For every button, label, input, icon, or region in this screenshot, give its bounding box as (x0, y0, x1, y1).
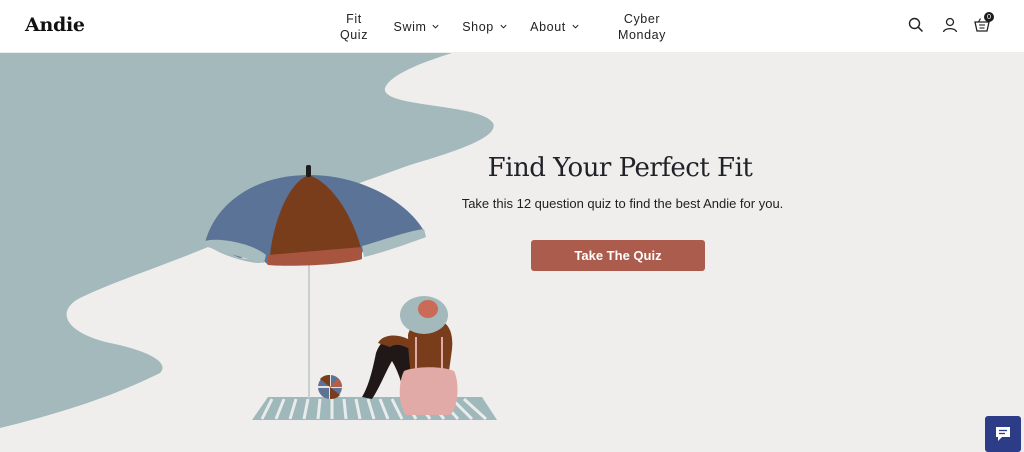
nav-shop-label: Shop (462, 19, 494, 34)
account-icon[interactable] (940, 15, 960, 35)
cart-count-badge: 0 (984, 12, 994, 22)
chat-bubble-icon (996, 427, 1010, 441)
chevron-down-icon (572, 24, 579, 29)
nav-cyber-monday[interactable]: Cyber Monday (612, 0, 672, 53)
chevron-down-icon (432, 24, 440, 29)
nav-fit-quiz-line1: Fit (346, 11, 362, 26)
site-header: Andie Fit Quiz Swim Shop About Cyber Mon… (0, 0, 1024, 53)
hero-section: Find Your Perfect Fit Take this 12 quest… (0, 53, 1024, 452)
beach-towel (252, 397, 497, 421)
hero-title: Find Your Perfect Fit (487, 153, 753, 183)
beach-illustration (0, 53, 497, 428)
chat-button[interactable] (985, 416, 1021, 452)
chevron-down-icon (500, 24, 507, 29)
nav-swim[interactable]: Swim (392, 0, 442, 53)
nav-about-label: About (530, 19, 566, 34)
nav-shop[interactable]: Shop (461, 0, 509, 53)
hero-subtitle: Take this 12 question quiz to find the b… (461, 196, 784, 211)
nav-fit-quiz-line2: Quiz (339, 27, 369, 42)
take-quiz-button[interactable]: Take The Quiz (531, 240, 705, 271)
nav-cyber-line2: Monday (617, 27, 667, 42)
nav-fit-quiz[interactable]: Fit Quiz (336, 0, 372, 53)
nav-cyber-line1: Cyber (623, 11, 661, 26)
nav-swim-label: Swim (393, 19, 427, 34)
search-icon[interactable] (906, 15, 926, 35)
brand-logo[interactable]: Andie (25, 14, 85, 36)
nav-about[interactable]: About (529, 0, 581, 53)
beach-ball (318, 374, 343, 400)
